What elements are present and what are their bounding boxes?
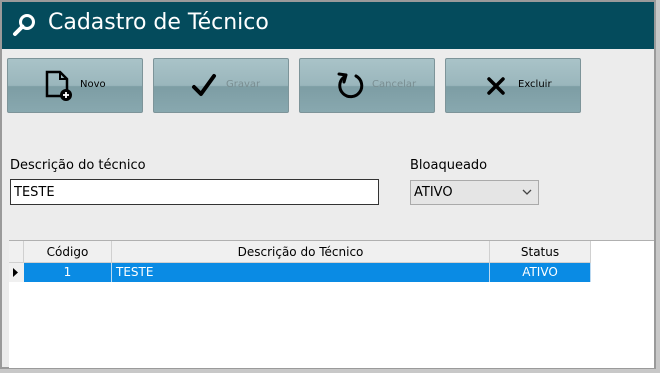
cell-codigo[interactable]: 1 [24,263,112,282]
column-header-descricao[interactable]: Descrição do Técnico [112,241,490,263]
novo-button[interactable]: Novo [7,58,143,113]
descricao-label: Descrição do técnico [10,158,146,173]
gravar-label: Gravar [226,79,261,90]
table-row[interactable]: 1 TESTE ATIVO [9,263,591,282]
window: Cadastro de Técnico Novo Gravar Cancelar… [0,0,656,369]
gravar-button[interactable]: Gravar [153,58,289,113]
column-header-codigo[interactable]: Código [24,241,112,263]
row-indicator [9,263,24,282]
column-header-status[interactable]: Status [490,241,591,263]
cancelar-button[interactable]: Cancelar [299,58,435,113]
excluir-label: Excluir [518,79,552,90]
bloqueado-label: Bloaqueado [410,158,488,173]
row-header-corner [9,241,24,263]
descricao-input[interactable] [10,179,379,205]
bloqueado-select[interactable]: ATIVO [410,180,539,205]
search-icon [13,14,35,36]
row-pointer-icon [13,268,18,277]
tecnicos-grid[interactable]: Código Descrição do Técnico Status 1 TES… [9,240,654,368]
excluir-button[interactable]: Excluir [445,58,581,113]
checkmark-icon [192,74,216,96]
close-icon [487,77,505,95]
bloqueado-value: ATIVO [414,185,453,200]
window-title: Cadastro de Técnico [48,10,269,35]
cell-status[interactable]: ATIVO [490,263,591,282]
new-document-icon [45,70,72,101]
cancelar-label: Cancelar [372,79,417,90]
chevron-down-icon [522,189,532,195]
title-bar: Cadastro de Técnico [2,2,654,49]
refresh-icon [337,72,364,99]
cell-descricao[interactable]: TESTE [112,263,490,282]
novo-label: Novo [80,79,106,90]
